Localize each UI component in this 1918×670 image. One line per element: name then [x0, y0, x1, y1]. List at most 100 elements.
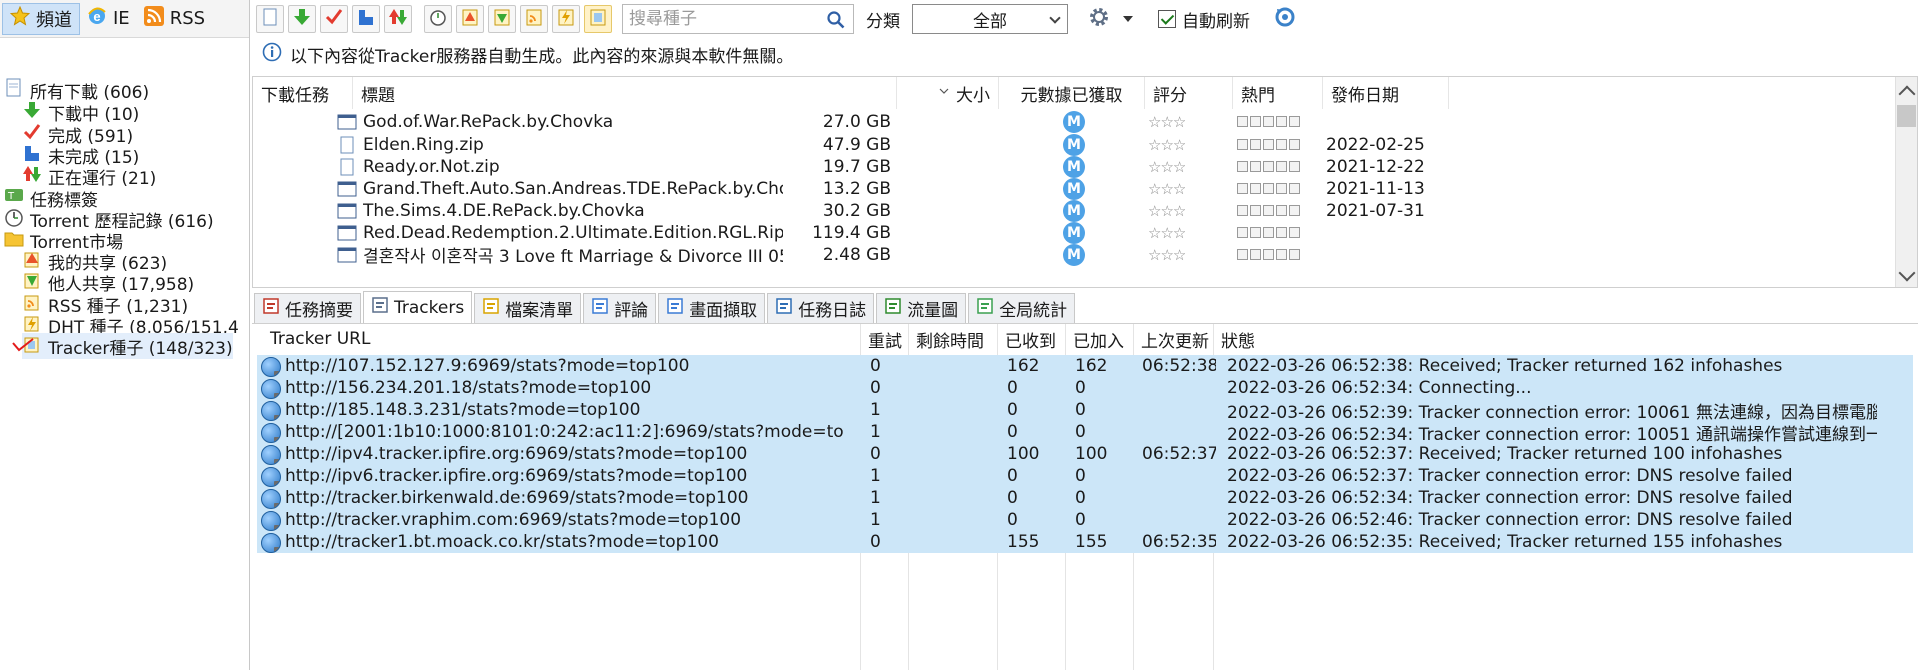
tab-label: 全局統計 [999, 301, 1068, 321]
col-tracker-url[interactable]: Tracker URL [262, 324, 860, 354]
folder-icon [4, 228, 24, 253]
torrent-list-scrollbar[interactable] [1895, 77, 1917, 287]
scroll-up-icon[interactable] [1898, 85, 1916, 103]
rss-button[interactable] [520, 5, 548, 33]
refresh-icon[interactable] [1274, 6, 1296, 33]
tab-trackers[interactable]: Trackers [363, 291, 473, 323]
timer-icon [428, 7, 448, 32]
tab-channels[interactable]: 頻道 [2, 2, 80, 35]
settings-gear-icon[interactable] [1086, 4, 1112, 35]
tracker-row[interactable]: http://[2001:1b10:1000:8101:0:242:ac11:2… [257, 421, 1913, 443]
dropdown-arrow-icon[interactable] [1122, 9, 1134, 29]
auto-refresh-label: 自動刷新 [1182, 11, 1250, 32]
share-button[interactable] [456, 5, 484, 33]
tracker-added: 155 [1075, 532, 1108, 552]
col-last-update[interactable]: 上次更新 [1133, 324, 1213, 354]
col-header: 狀態 [1221, 331, 1255, 352]
search-input[interactable] [623, 6, 823, 32]
tab-files[interactable]: 檔案清單 [474, 293, 582, 323]
tracker-recv: 0 [1007, 422, 1018, 442]
share-icon [460, 7, 480, 32]
col-status[interactable]: 狀態 [1213, 324, 1813, 354]
summary-icon [262, 297, 280, 320]
col-metadata[interactable]: 元數據已獲取 [999, 77, 1145, 109]
tracker-row[interactable]: http://185.148.3.231/stats?mode=top100 1 0… [257, 399, 1913, 421]
tree-item[interactable]: Tracker種子 (148/323) [22, 333, 233, 359]
tab-label: Trackers [394, 297, 465, 318]
tracker-row[interactable]: http://tracker1.bt.moack.co.kr/stats?mod… [257, 531, 1913, 553]
col-added[interactable]: 已加入 [1065, 324, 1133, 354]
tracker-row[interactable]: http://ipv4.tracker.ipfire.org:6969/stat… [257, 443, 1913, 465]
import-button[interactable] [488, 5, 516, 33]
col-header: 發佈日期 [1331, 85, 1399, 106]
timer-button[interactable] [424, 5, 452, 33]
tracker-updated: 06:52:35 [1142, 532, 1216, 552]
col-rating[interactable]: 評分 [1145, 77, 1233, 109]
tracker-row[interactable]: http://tracker.birkenwald.de:6969/stats?… [257, 487, 1913, 509]
auto-refresh-checkbox[interactable] [1158, 10, 1176, 28]
svg-text:T: T [7, 191, 15, 202]
scrollbar-thumb[interactable] [1897, 105, 1916, 127]
col-remaining[interactable]: 剩餘時間 [908, 324, 997, 354]
tab-label: 畫面擷取 [689, 301, 758, 321]
category-select[interactable]: 全部 [912, 4, 1068, 34]
rss-icon [524, 7, 544, 32]
col-size[interactable]: 大小 [897, 77, 999, 109]
tracker-row[interactable]: http://107.152.127.9:6969/stats?mode=top… [257, 355, 1913, 377]
tracker-updated [1142, 399, 1216, 421]
chart-button[interactable] [352, 5, 380, 33]
tab-info[interactable]: 任務日誌 [767, 293, 875, 323]
auto-refresh-toggle[interactable]: 自動刷新 [1158, 7, 1250, 32]
col-download-task[interactable]: 下載任務 [253, 77, 353, 109]
tab-graph[interactable]: 流量圖 [876, 293, 967, 323]
scroll-down-icon[interactable] [1898, 264, 1916, 282]
tracker-remain [917, 465, 997, 487]
torrent-list-header: 下載任務 標題 大小 元數據已獲取 評分 熱門 發佈日期 [253, 77, 1917, 109]
download-button[interactable] [288, 5, 316, 33]
star-icon [9, 5, 31, 31]
tracker-status: 2022-03-26 06:52:34: Tracker connection … [1227, 488, 1793, 508]
tab-comment[interactable]: 評論 [583, 293, 657, 323]
tab-stats[interactable]: 全局統計 [968, 293, 1076, 323]
tracker-row[interactable]: http://156.234.201.18/stats?mode=top100 0… [257, 377, 1913, 399]
col-header: 已加入 [1073, 331, 1124, 352]
col-popular[interactable]: 熱門 [1233, 77, 1323, 109]
tracker-status: 2022-03-26 06:52:37: Received; Tracker r… [1227, 444, 1783, 464]
flash-button[interactable] [552, 5, 580, 33]
files-icon [482, 297, 500, 320]
tab-label: 頻道 [36, 9, 72, 31]
detail-tabs: 任務摘要 Trackers 檔案清單 評論 畫面擷取 任務日誌 流量圖 全局統計 [252, 291, 1076, 323]
table-row[interactable]: 결혼작사 이혼작곡 3 Love ft Marriage & Divorce I… [253, 241, 1893, 268]
col-publish-date[interactable]: 發佈日期 [1323, 77, 1449, 109]
channel-pane: 頻道 e IE RSS 所有下載 (606) 下載中 (10) 完成 (591) 未完… [0, 0, 250, 670]
search-box[interactable] [622, 4, 854, 34]
new-task-button[interactable] [256, 5, 284, 33]
tracker-recv: 0 [1007, 466, 1018, 486]
tracker-status: 2022-03-26 06:52:34: Connecting... [1227, 378, 1532, 398]
col-header: 標題 [361, 85, 395, 106]
tab-label: 評論 [614, 301, 649, 321]
tab-rss[interactable]: RSS [137, 3, 212, 35]
col-retry[interactable]: 重試 [860, 324, 908, 354]
tracker-row[interactable]: http://tracker.vraphim.com:6969/stats?mo… [257, 509, 1913, 531]
col-title[interactable]: 標題 [353, 77, 897, 109]
download-icon [292, 7, 312, 32]
col-header: 大小 [956, 85, 990, 106]
stats-icon [976, 297, 994, 320]
tracker-url: http://tracker.vraphim.com:6969/stats?mo… [285, 510, 742, 530]
metadata-status: M [1063, 241, 1085, 268]
rating-stars-icon[interactable]: ☆☆☆ [1148, 241, 1185, 268]
col-header: 重試 [868, 331, 902, 352]
tab-label: 流量圖 [907, 301, 959, 321]
tab-summary[interactable]: 任務摘要 [254, 293, 361, 323]
finish-button[interactable] [320, 5, 348, 33]
folder-button[interactable] [584, 5, 612, 33]
tracker-row[interactable]: http://ipv6.tracker.ipfire.org:6969/stat… [257, 465, 1913, 487]
col-received[interactable]: 已收到 [997, 324, 1065, 354]
updown-button[interactable] [384, 5, 412, 33]
tab-ie[interactable]: e IE [80, 3, 137, 35]
tab-screenshot[interactable]: 畫面擷取 [658, 293, 766, 323]
tree-item-label: Tracker種子 (148/323) [48, 338, 233, 359]
tab-label: 檔案清單 [505, 301, 574, 321]
search-icon[interactable] [827, 11, 845, 34]
